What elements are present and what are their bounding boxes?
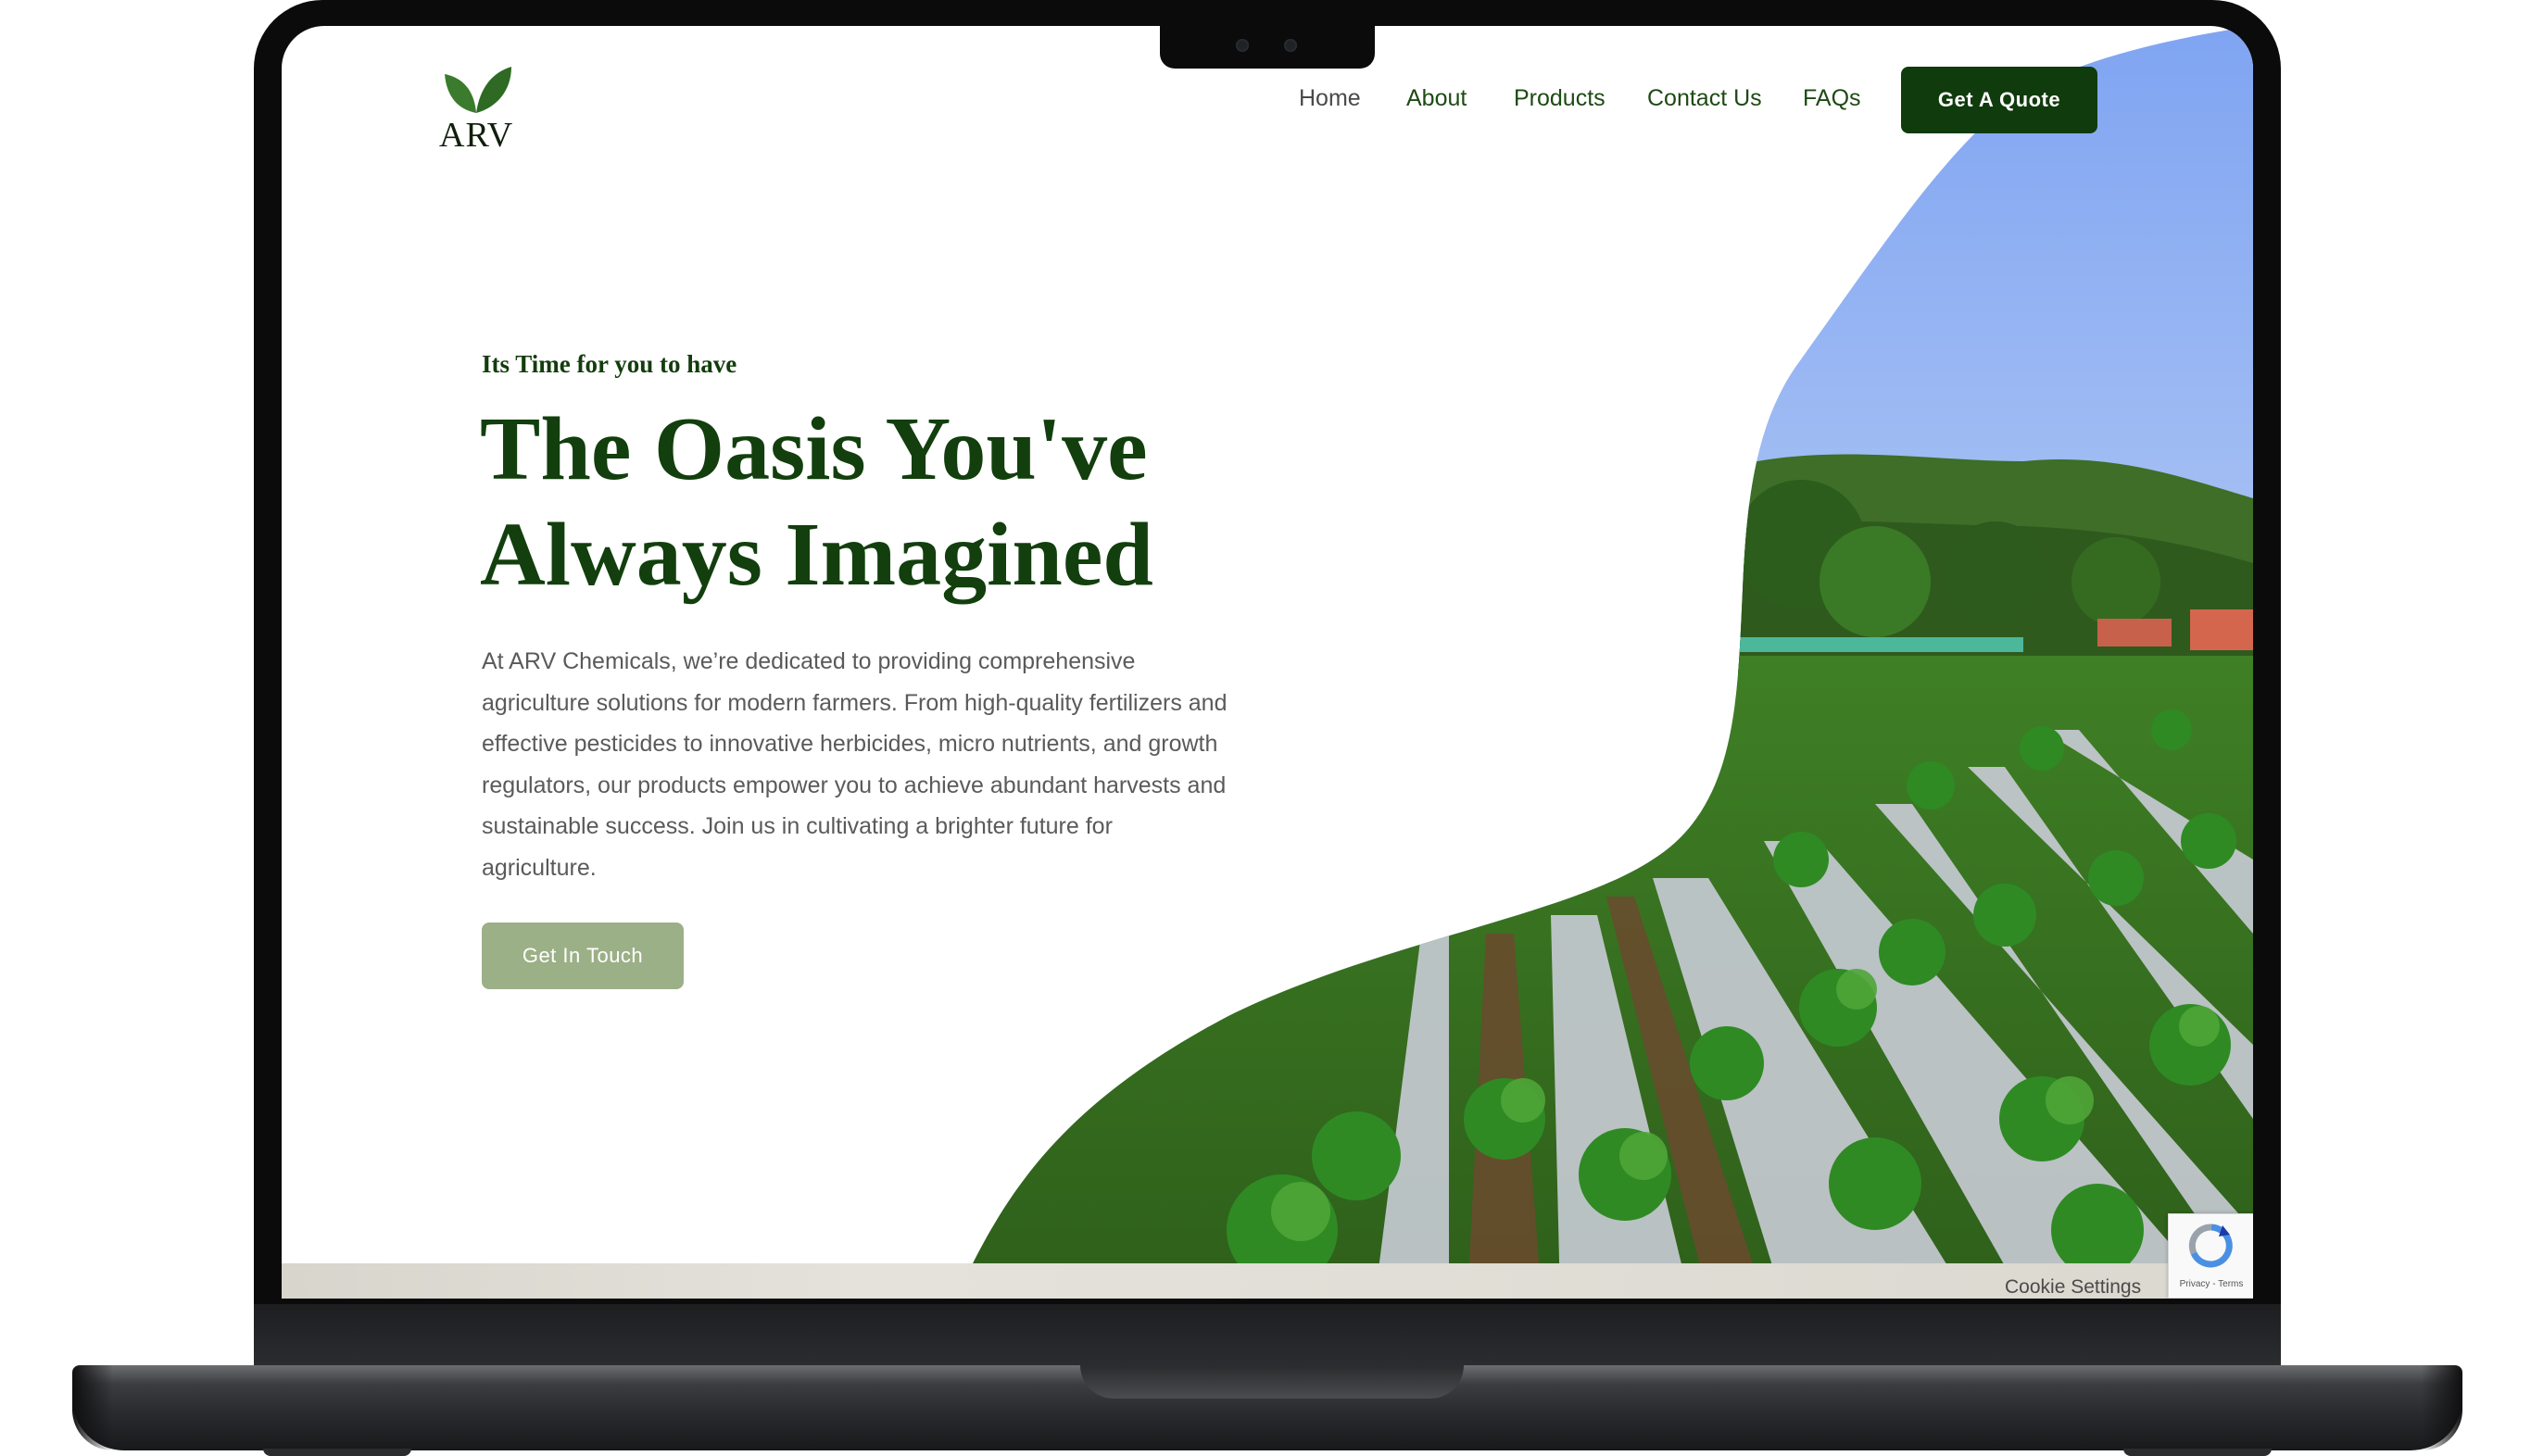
recaptcha-links[interactable]: Privacy - Terms	[2169, 1279, 2253, 1289]
cookie-settings-link[interactable]: Cookie Settings	[2005, 1276, 2141, 1299]
brand-logo-text: ARV	[439, 116, 514, 155]
camera-icon	[1236, 39, 1249, 52]
get-a-quote-button[interactable]: Get A Quote	[1901, 67, 2097, 133]
laptop-hinge-notch	[1080, 1365, 1464, 1399]
recaptcha-icon	[2188, 1224, 2233, 1268]
hero-description: At ARV Chemicals, we’re dedicated to pro…	[482, 648, 1228, 881]
nav-about[interactable]: About	[1406, 85, 1467, 112]
hero-headline-line2: Always Imagined	[480, 505, 1153, 605]
hero-eyebrow: Its Time for you to have	[482, 350, 737, 378]
laptop-foot-left	[263, 1449, 411, 1456]
hero-headline: The Oasis You've Always Imagined	[480, 396, 1314, 608]
leaf-logo-icon	[445, 67, 511, 113]
nav-contact-us[interactable]: Contact Us	[1647, 85, 1762, 112]
laptop-screen: ARV Home About Products Contact Us FAQs …	[282, 26, 2253, 1299]
brand-logo[interactable]: ARV	[439, 63, 524, 156]
get-in-touch-button[interactable]: Get In Touch	[482, 923, 684, 989]
laptop-foot-right	[2123, 1449, 2272, 1456]
camera-sensor-icon	[1284, 39, 1297, 52]
camera-notch	[1160, 26, 1375, 69]
nav-products[interactable]: Products	[1514, 85, 1605, 112]
nav-faqs[interactable]: FAQs	[1803, 85, 1861, 112]
recaptcha-badge[interactable]: Privacy - Terms	[2168, 1213, 2253, 1299]
cookie-banner	[282, 1263, 2253, 1299]
hero-headline-line1: The Oasis You've	[480, 399, 1148, 499]
laptop-chin	[254, 1304, 2281, 1369]
nav-home[interactable]: Home	[1299, 85, 1361, 112]
